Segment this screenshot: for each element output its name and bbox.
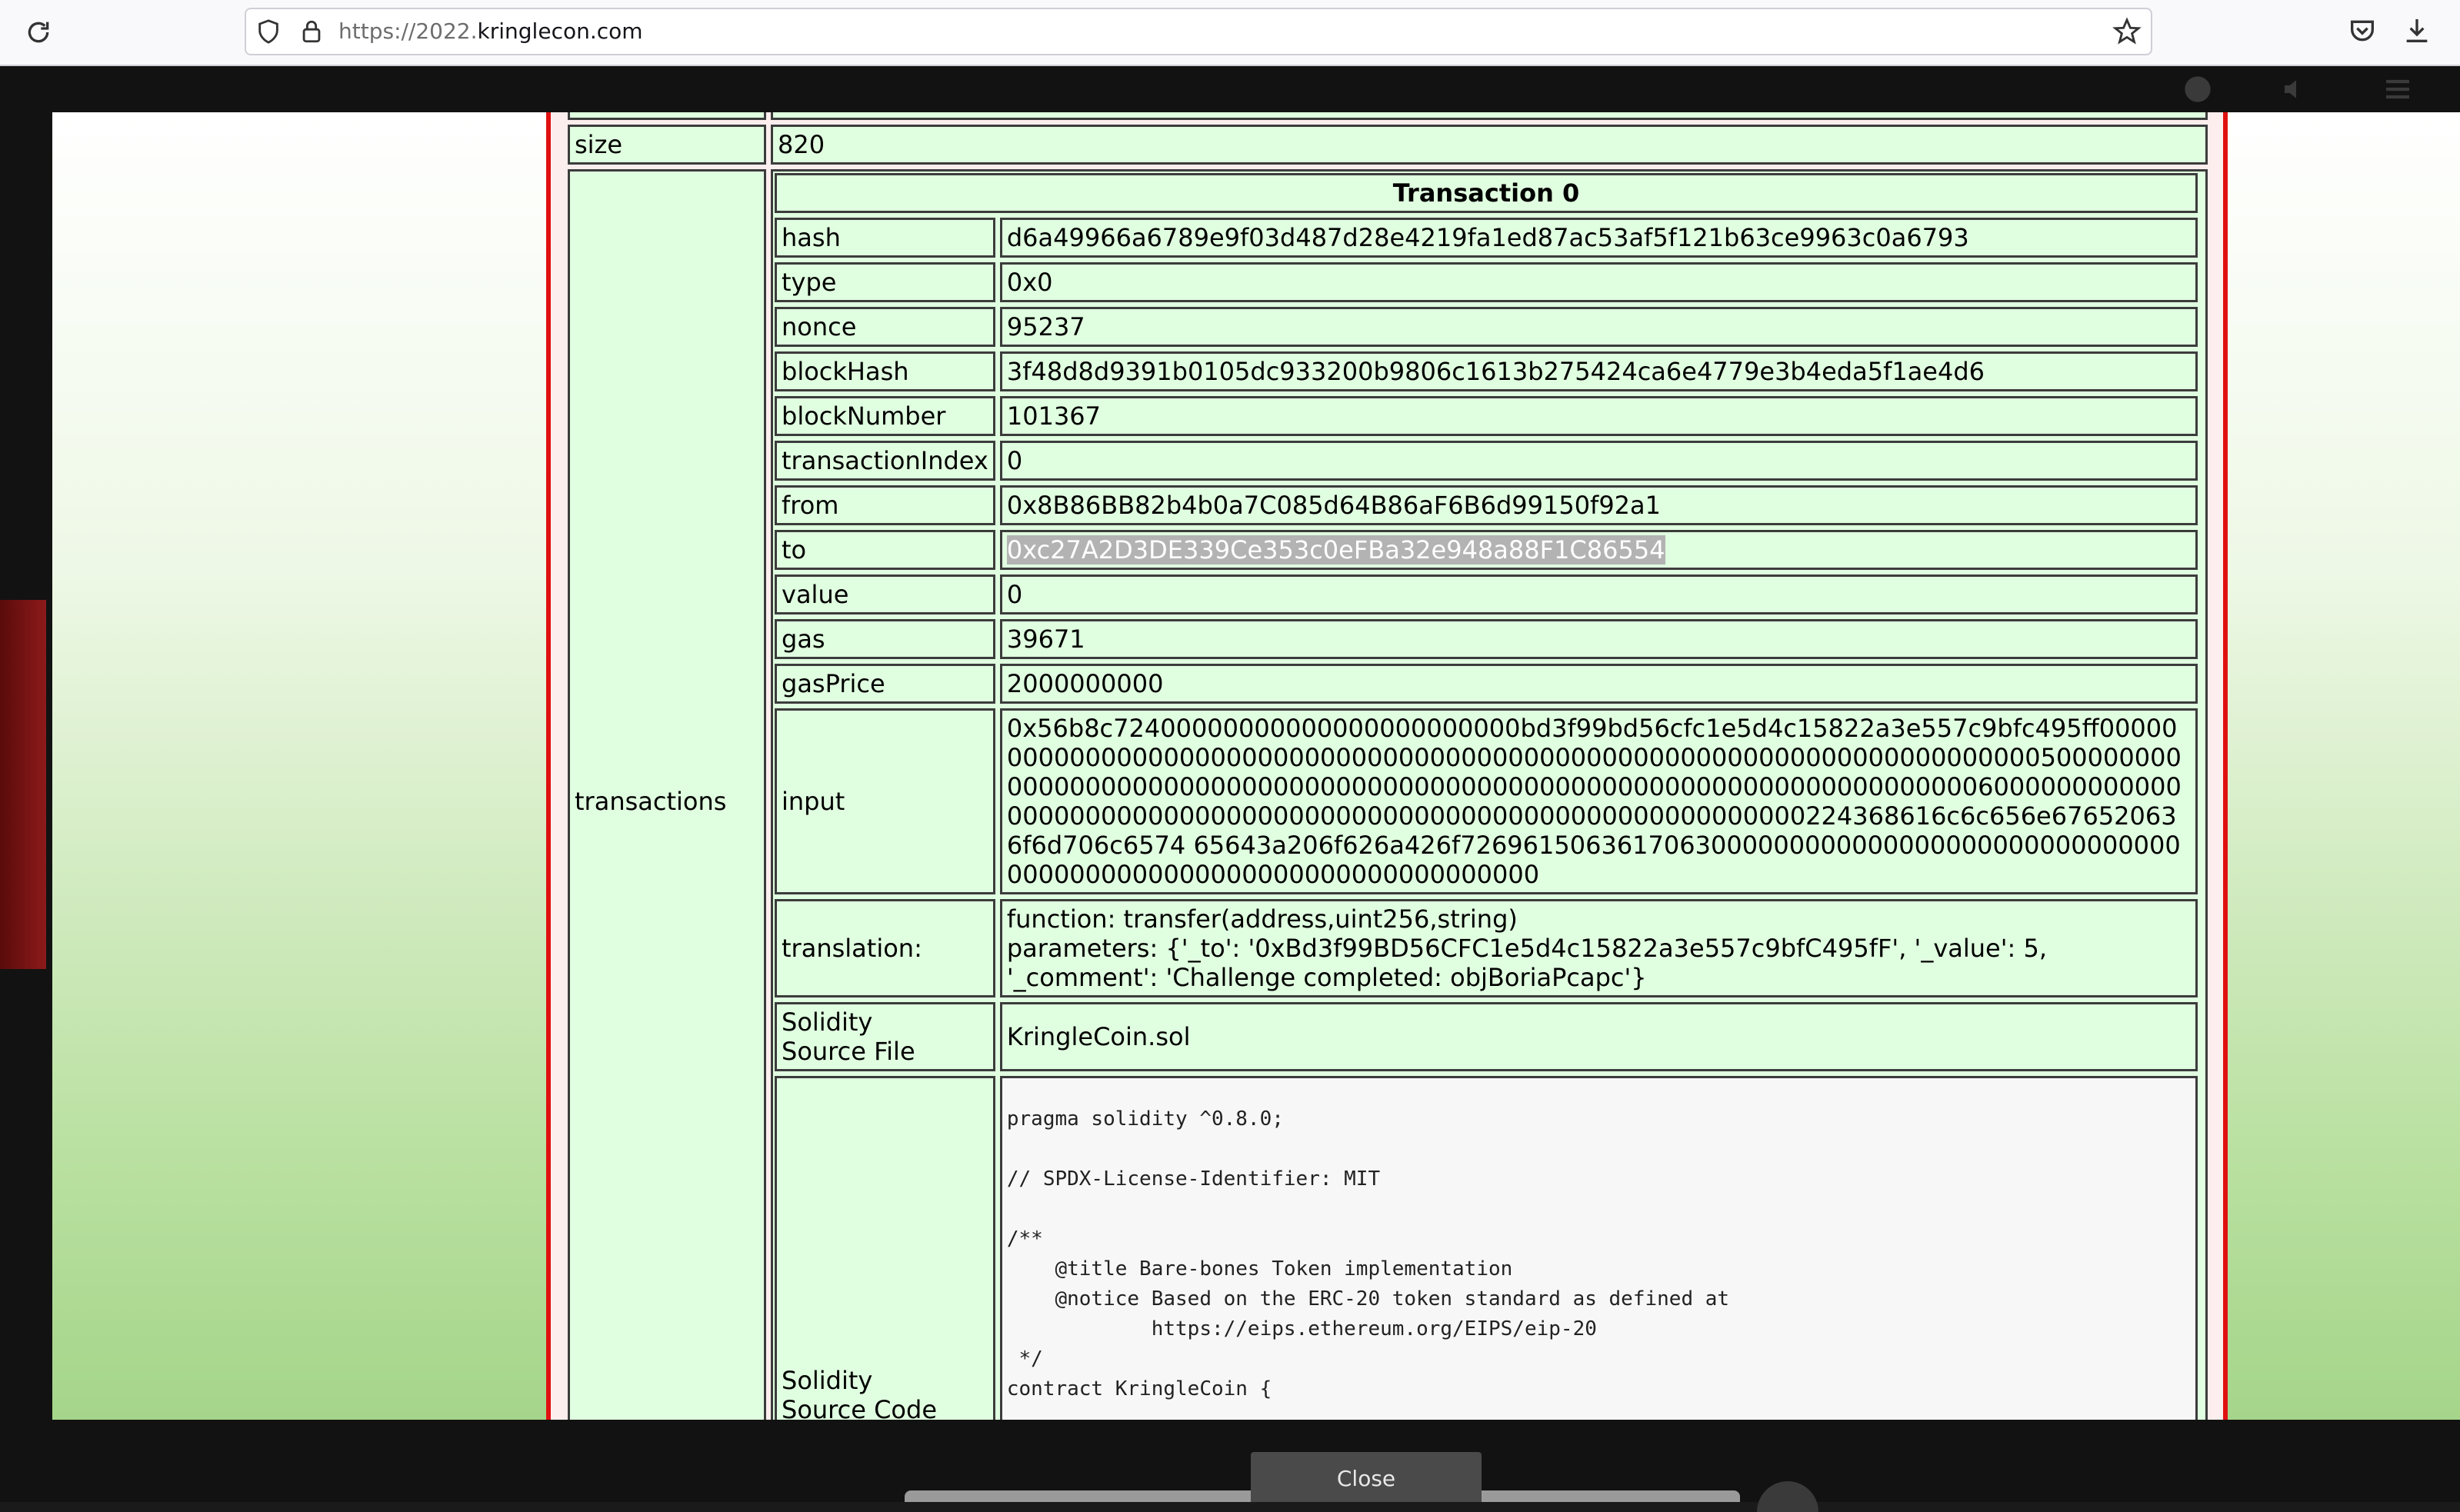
row-value[interactable]: 3f48d8d9391b0105dc933200b9806c1613b27542…	[999, 351, 2198, 391]
row-value[interactable]: 0	[999, 574, 2198, 614]
table-cell	[568, 112, 766, 120]
table-row: input 0x56b8c72400000000000000000000000b…	[775, 708, 2198, 894]
row-label: to	[775, 530, 995, 570]
table-row: translation: function: transfer(address,…	[775, 899, 2198, 997]
source-file-value[interactable]: KringleCoin.sol	[999, 1002, 2198, 1071]
table-row: hash d6a49966a6789e9f03d487d28e4219fa1ed…	[775, 218, 2198, 258]
translation-label: translation:	[775, 899, 995, 997]
row-label: from	[775, 485, 995, 525]
shield-icon[interactable]	[255, 18, 282, 45]
transactions-cell: Transaction 0 hash d6a49966a6789e9f03d48…	[771, 169, 2208, 1420]
pocket-icon[interactable]	[2347, 15, 2378, 46]
row-label: blockHash	[775, 351, 995, 391]
star-icon[interactable]	[2112, 17, 2142, 46]
row-label: blockNumber	[775, 396, 995, 436]
row-label: gasPrice	[775, 664, 995, 704]
row-label: transactionIndex	[775, 441, 995, 481]
table-row: type 0x0	[775, 262, 2198, 302]
menu-icon[interactable]	[2378, 74, 2417, 105]
help-icon[interactable]	[2178, 74, 2217, 105]
table-row: transactionIndex 0	[775, 441, 2198, 481]
block-detail-modal: size 820 transactions Transaction 0 hash…	[52, 112, 2460, 1420]
close-button[interactable]: Close	[1251, 1452, 1482, 1502]
transactions-label: transactions	[568, 169, 766, 1420]
source-code-label-line2: Source Code	[782, 1395, 937, 1420]
row-label: gas	[775, 619, 995, 659]
row-value[interactable]: 0	[999, 441, 2198, 481]
table-row: nonce 95237	[775, 307, 2198, 347]
table-row: from 0x8B86BB82b4b0a7C085d64B86aF6B6d991…	[775, 485, 2198, 525]
reload-icon[interactable]	[23, 17, 54, 48]
row-value[interactable]: 2000000000	[999, 664, 2198, 704]
translation-value[interactable]: function: transfer(address,uint256,strin…	[999, 899, 2198, 997]
block-table: size 820 transactions Transaction 0 hash…	[563, 112, 2212, 1420]
table-row: to 0xc27A2D3DE339Ce353c0eFBa32e948a88F1C…	[775, 530, 2198, 570]
row-value[interactable]: d6a49966a6789e9f03d487d28e4219fa1ed87ac5…	[999, 218, 2198, 258]
table-row: value 0	[775, 574, 2198, 614]
size-value: 820	[771, 125, 2208, 165]
row-label: value	[775, 574, 995, 614]
selected-text[interactable]: 0xc27A2D3DE339Ce353c0eFBa32e948a88F1C865…	[1006, 535, 1665, 565]
table-row: Transaction 0	[775, 173, 2198, 213]
sound-icon[interactable]	[2277, 74, 2315, 105]
translation-parameters: parameters: {'_to': '0xBd3f99BD56CFC1e5d…	[1006, 934, 2048, 992]
row-value[interactable]: 0x0	[999, 262, 2198, 302]
table-row: gas 39671	[775, 619, 2198, 659]
table-row: Solidity Source Code pragma solidity ^0.…	[775, 1076, 2198, 1420]
transaction-table: Transaction 0 hash d6a49966a6789e9f03d48…	[770, 168, 2202, 1420]
translation-function: function: transfer(address,uint256,strin…	[1006, 904, 1518, 934]
lock-icon[interactable]	[298, 18, 325, 45]
row-value[interactable]: 0xc27A2D3DE339Ce353c0eFBa32e948a88F1C865…	[999, 530, 2198, 570]
block-detail-panel: size 820 transactions Transaction 0 hash…	[546, 112, 2228, 1420]
table-row: blockNumber 101367	[775, 396, 2198, 436]
row-label: type	[775, 262, 995, 302]
input-label: input	[775, 708, 995, 894]
size-label: size	[568, 125, 766, 165]
source-file-label-line2: Source File	[782, 1037, 915, 1066]
url-text[interactable]: https://2022.kringlecon.com	[338, 18, 643, 44]
table-row: gasPrice 2000000000	[775, 664, 2198, 704]
source-code-label-line1: Solidity	[782, 1366, 873, 1395]
address-bar[interactable]: https://2022.kringlecon.com	[245, 8, 2152, 55]
game-scene-edge	[0, 600, 46, 969]
row-value[interactable]: 101367	[999, 396, 2198, 436]
source-code-cell[interactable]: pragma solidity ^0.8.0; // SPDX-License-…	[999, 1076, 2198, 1420]
row-value[interactable]: 95237	[999, 307, 2198, 347]
table-row: Solidity Source File KringleCoin.sol	[775, 1002, 2198, 1071]
source-code[interactable]: pragma solidity ^0.8.0; // SPDX-License-…	[1002, 1078, 2195, 1420]
table-row: size 820	[568, 125, 2208, 165]
transaction-title: Transaction 0	[775, 173, 2198, 213]
table-row: blockHash 3f48d8d9391b0105dc933200b9806c…	[775, 351, 2198, 391]
input-value[interactable]: 0x56b8c72400000000000000000000000bd3f99b…	[999, 708, 2198, 894]
source-file-label: Solidity Source File	[775, 1002, 995, 1071]
table-cell	[771, 112, 2208, 120]
row-label: nonce	[775, 307, 995, 347]
row-value[interactable]: 39671	[999, 619, 2198, 659]
download-icon[interactable]	[2402, 15, 2432, 46]
row-label: hash	[775, 218, 995, 258]
source-file-label-line1: Solidity	[782, 1007, 873, 1037]
table-row: transactions Transaction 0 hash d6a49966…	[568, 169, 2208, 1420]
browser-toolbar: https://2022.kringlecon.com	[0, 0, 2460, 66]
table-row	[568, 112, 2208, 120]
source-code-label: Solidity Source Code	[775, 1076, 995, 1420]
row-value[interactable]: 0x8B86BB82b4b0a7C085d64B86aF6B6d99150f92…	[999, 485, 2198, 525]
